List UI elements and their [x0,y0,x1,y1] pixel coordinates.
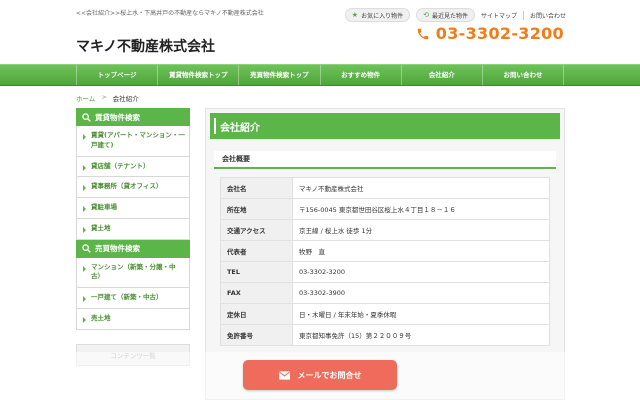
row-key: 所在地 [220,198,293,220]
sidebar-item-rental-parking[interactable]: 貸駐車場 [76,198,190,219]
sale-search-title: 売買物件検索 [95,244,140,253]
row-value: 京王線 / 桜上水 徒歩 1分 [292,219,550,241]
breadcrumb: ホーム > 会社紹介 [76,93,139,103]
table-row: 所在地 〒156-0045 東京都世田谷区桜上水４丁目１８－１６ [220,198,550,220]
phone-icon [417,28,429,39]
row-value: 日・木曜日 / 年末年始・夏季休暇 [292,303,550,325]
sidebar-item-rental-office[interactable]: 貸事務所（貸オフィス） [76,177,190,198]
sidebar-item-rental-residential[interactable]: 賃貸(アパート・マンション・一戸建て) [76,126,190,157]
util-divider [522,10,524,20]
site-title[interactable]: マキノ不動産株式会社 [76,36,215,56]
row-value: マキノ不動産株式会社 [292,177,550,199]
table-row: 定休日 日・木曜日 / 年末年始・夏季休暇 [220,303,550,325]
row-key: 交通アクセス [220,219,293,241]
favorites-button[interactable]: ★ お気に入り物件 [344,8,411,22]
table-row: 免許番号 東京都知事免許（15）第２２００９号 [220,324,550,346]
sidebar-item-rental-land[interactable]: 貸土地 [76,218,190,240]
search-icon [82,244,91,253]
nav-rental-search[interactable]: 賃貸物件検索トップ [157,65,238,85]
phone-number-text: 03-3302-3200 [435,24,564,43]
favorites-label: お気に入り物件 [361,12,404,20]
search-icon [82,112,91,122]
row-value: 〒156-0045 東京都世田谷区桜上水４丁目１８－１６ [292,198,550,220]
sidebar-item-rental-store[interactable]: 貸店舗（テナント） [76,156,190,178]
nav-company[interactable]: 会社紹介 [400,65,482,85]
row-value: 東京都知事免許（15）第２２００９号 [292,324,550,346]
global-nav: トップページ 賃貸物件検索トップ 売買物件検索トップ おすすめ物件 会社紹介 お… [0,64,640,86]
nav-contact[interactable]: お問い合わせ [481,65,565,85]
row-value: 03-3302-3200 [292,261,550,283]
row-key: TEL [220,261,293,283]
breadcrumb-home[interactable]: ホーム [76,93,95,103]
contact-link[interactable]: お問い合わせ [530,11,566,20]
nav-top[interactable]: トップページ [76,65,157,85]
table-row: 交通アクセス 京王線 / 桜上水 徒歩 1分 [220,219,550,241]
table-row: FAX 03-3302-3900 [220,282,550,304]
history-icon: ⟲ [423,10,429,19]
mail-icon [278,370,290,380]
row-key: 定休日 [220,303,293,325]
sale-search-header: 売買物件検索 [76,239,190,258]
rental-search-header: 賃貸物件検索 [76,108,190,126]
sidebar-item-sale-mansion[interactable]: マンション（新築・分譲・中古） [76,257,190,288]
mail-contact-button[interactable]: メールでお問合せ [243,360,397,390]
row-key: 会社名 [220,177,293,199]
row-key: 代表者 [220,240,293,262]
breadcrumb-current: 会社紹介 [112,95,139,103]
row-value: 牧野 直 [292,240,550,262]
row-key: 免許番号 [220,324,293,346]
section-heading: 会社概要 [214,151,556,169]
nav-sale-search[interactable]: 売買物件検索トップ [238,65,319,85]
rental-search-title: 賃貸物件検索 [95,112,140,122]
recent-label: 最近見た物件 [431,12,468,20]
company-info-table: 会社名 マキノ不動産株式会社 所在地 〒156-0045 東京都世田谷区桜上水４丁目… [220,177,550,346]
sidebar: 賃貸物件検索 賃貸(アパート・マンション・一戸建て) 貸店舗（テナント） 貸事務… [76,108,190,400]
sidebar-item-sale-house[interactable]: 一戸建て（新築・中古） [76,288,190,309]
table-row: 代表者 牧野 直 [220,240,550,262]
page-tagline: <<会社紹介>>桜上水・下高井戸の不動産ならマキノ不動産株式会社 [76,10,264,17]
breadcrumb-separator: > [101,93,107,101]
sitemap-link[interactable]: サイトマップ [481,11,517,20]
utility-nav: ★ お気に入り物件 ⟲ 最近見た物件 サイトマップ お問い合わせ [344,8,566,22]
page-title: 会社紹介 [210,113,560,139]
main-content: 会社紹介 会社概要 会社名 マキノ不動産株式会社 所在地 〒156-0045 東京都… [205,108,565,400]
table-row: 会社名 マキノ不動産株式会社 [220,177,550,199]
phone-number: 03-3302-3200 [416,24,564,43]
contents-list-header: コンテンツ一覧 [76,343,190,366]
row-key: FAX [220,282,293,304]
star-icon: ★ [351,10,359,19]
sidebar-item-sale-land[interactable]: 売土地 [76,308,190,330]
recent-button[interactable]: ⟲ 最近見た物件 [416,8,475,22]
table-row: TEL 03-3302-3200 [220,261,550,283]
nav-recommended[interactable]: おすすめ物件 [319,65,401,85]
mail-contact-label: メールでお問合せ [297,370,362,380]
row-value: 03-3302-3900 [292,282,550,304]
